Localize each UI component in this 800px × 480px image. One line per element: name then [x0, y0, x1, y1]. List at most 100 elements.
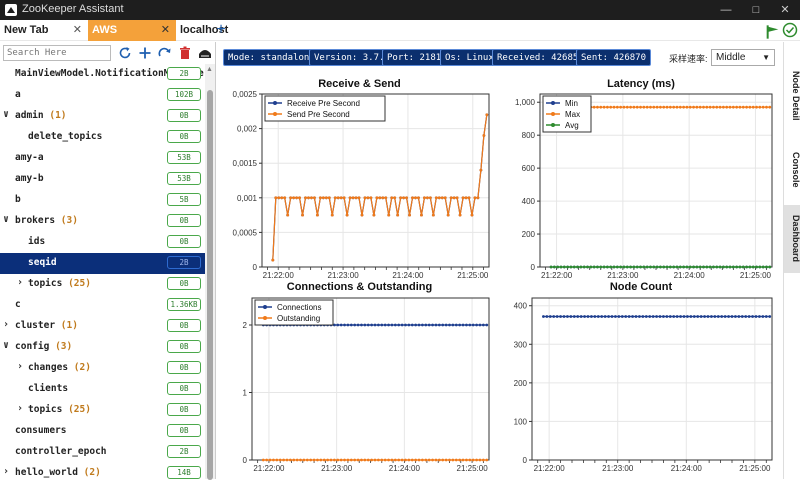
- chevron-right-icon[interactable]: ›: [17, 403, 23, 414]
- chevron-right-icon[interactable]: ›: [3, 319, 9, 330]
- chevron-right-icon[interactable]: ›: [3, 466, 9, 477]
- data-point: [559, 265, 563, 269]
- tab-label: New Tab: [4, 24, 49, 36]
- data-point: [624, 315, 628, 318]
- tree-node[interactable]: amy-b 53B: [0, 169, 205, 190]
- chevron-right-icon[interactable]: ›: [17, 361, 23, 372]
- plot-frame: [531, 297, 773, 461]
- tree-node[interactable]: › hello_world (2) 14B: [0, 463, 205, 479]
- tree-node[interactable]: › cluster (1) 0B: [0, 316, 205, 337]
- tree-node[interactable]: b 5B: [0, 190, 205, 211]
- data-point: [552, 315, 556, 318]
- side-tab-dashboard[interactable]: Dashboard: [784, 205, 800, 273]
- data-point: [363, 196, 367, 200]
- tree-node[interactable]: consumers 0B: [0, 421, 205, 442]
- chart-latency: Latency (ms) 0 200 400 600 800 1,000 21:22:00 2…: [502, 76, 780, 286]
- search-input[interactable]: [3, 45, 111, 61]
- data-point: [696, 315, 700, 318]
- chevron-down-icon[interactable]: ∨: [3, 214, 9, 225]
- tree-node[interactable]: ∨ admin (1) 0B: [0, 106, 205, 127]
- data-point: [346, 458, 350, 462]
- redo-icon[interactable]: [157, 45, 173, 61]
- chevron-down-icon[interactable]: ∨: [3, 340, 9, 351]
- tree-node[interactable]: seqid 2B: [0, 253, 205, 274]
- data-point: [708, 265, 712, 269]
- chevron-down-icon[interactable]: ∨: [3, 109, 9, 120]
- data-point: [404, 458, 407, 462]
- chart-title: Connections & Outstanding: [286, 281, 433, 293]
- data-point: [720, 315, 724, 318]
- side-tab-node-detail[interactable]: Node Detail: [784, 57, 800, 135]
- data-point: [272, 458, 275, 462]
- data-point: [745, 105, 748, 109]
- tree-node[interactable]: ∨ brokers (3) 0B: [0, 211, 205, 232]
- data-point: [602, 105, 606, 109]
- y-tick-label: 300: [514, 340, 528, 349]
- tree-scrollbar[interactable]: ▲: [205, 64, 215, 480]
- tree-node[interactable]: › changes (2) 0B: [0, 358, 205, 379]
- data-point: [405, 196, 408, 200]
- data-point: [380, 323, 384, 327]
- tree-node-label: seqid: [28, 257, 57, 268]
- tab-new-tab[interactable]: New Tab ✕: [0, 20, 88, 41]
- close-icon[interactable]: ✕: [161, 20, 170, 41]
- data-point: [434, 196, 438, 200]
- data-point: [764, 315, 768, 318]
- data-point: [593, 315, 597, 318]
- data-point: [349, 458, 353, 462]
- check-circle-icon[interactable]: [782, 22, 798, 38]
- data-point: [603, 315, 607, 318]
- refresh-icon[interactable]: [117, 45, 133, 61]
- side-tab-console[interactable]: Console: [784, 137, 800, 203]
- scrollbar-thumb[interactable]: [207, 90, 213, 480]
- tree-node[interactable]: ids 0B: [0, 232, 205, 253]
- tab-localhost[interactable]: localhost: [176, 20, 228, 41]
- scroll-up-icon[interactable]: ▲: [206, 66, 213, 73]
- data-point: [645, 105, 649, 109]
- tree-node[interactable]: controller_epoch 2B: [0, 442, 205, 463]
- data-point: [383, 323, 387, 327]
- minimize-button[interactable]: —: [711, 1, 741, 19]
- delete-icon[interactable]: [177, 45, 193, 61]
- node-name: brokers: [15, 215, 56, 226]
- sample-rate-select[interactable]: Middle ▼: [711, 49, 775, 66]
- y-tick-label: 400: [514, 302, 528, 311]
- tree-node[interactable]: › topics (25) 0B: [0, 400, 205, 421]
- legend-marker: [551, 101, 555, 105]
- tab-bar: New Tab ✕ AWS ✕ localhost +: [0, 20, 800, 41]
- chart-title: Node Count: [609, 281, 673, 293]
- y-tick-label: 100: [514, 417, 528, 426]
- tree-node[interactable]: amy-a 53B: [0, 148, 205, 169]
- data-point: [408, 213, 411, 217]
- tree-node[interactable]: a 102B: [0, 85, 205, 106]
- data-point: [569, 265, 573, 269]
- data-point: [481, 458, 485, 462]
- data-point: [612, 105, 616, 109]
- data-point: [721, 105, 725, 109]
- tree-node[interactable]: c 1.36KB: [0, 295, 205, 316]
- disconnect-icon[interactable]: [197, 45, 213, 61]
- close-icon[interactable]: ✕: [73, 20, 82, 41]
- tree-node[interactable]: ∨ config (3) 0B: [0, 337, 205, 358]
- tree-node[interactable]: MainViewModel.NotificationMsg = e 2B: [0, 64, 205, 85]
- data-point: [552, 265, 556, 269]
- maximize-button[interactable]: □: [741, 1, 771, 19]
- size-badge: 5B: [167, 193, 201, 206]
- chevron-right-icon[interactable]: ›: [17, 277, 23, 288]
- tree-node[interactable]: clients 0B: [0, 379, 205, 400]
- add-tab-button[interactable]: +: [213, 20, 229, 41]
- data-point: [751, 315, 754, 318]
- data-point: [449, 196, 453, 200]
- data-point: [665, 315, 669, 318]
- data-point: [761, 105, 765, 109]
- tree-node[interactable]: delete_topics 0B: [0, 127, 205, 148]
- tab-aws[interactable]: AWS ✕: [88, 20, 176, 41]
- tree-node[interactable]: › topics (25) 0B: [0, 274, 205, 295]
- data-point: [582, 265, 586, 269]
- add-node-icon[interactable]: [137, 45, 153, 61]
- data-point: [590, 315, 593, 318]
- data-point: [765, 265, 768, 269]
- flag-icon[interactable]: [765, 24, 781, 40]
- close-window-button[interactable]: ✕: [770, 1, 800, 19]
- data-point: [431, 323, 434, 327]
